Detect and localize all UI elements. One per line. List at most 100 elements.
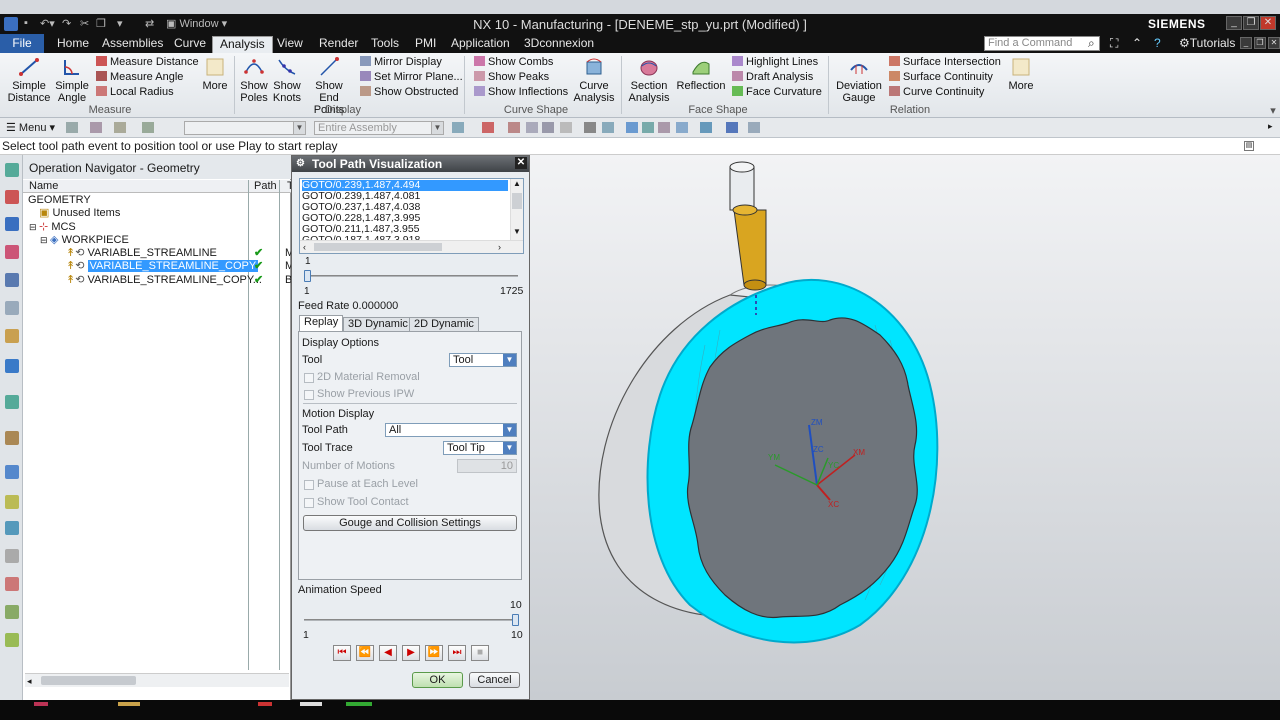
- dialog-settings-icon[interactable]: ⚙: [296, 156, 305, 172]
- tool-display-select[interactable]: Tool ▼: [449, 353, 517, 367]
- toolbar-options-icon[interactable]: ▸: [1268, 121, 1273, 132]
- show-tool-contact-checkbox[interactable]: [304, 498, 314, 508]
- shaded-icon[interactable]: [584, 122, 596, 133]
- tree-row-mcs[interactable]: ⊟ ⊹ MCS: [23, 221, 291, 234]
- step-forward-icon[interactable]: ⏩: [425, 645, 443, 661]
- tab-analysis[interactable]: Analysis: [212, 36, 273, 53]
- box-select-icon[interactable]: [560, 122, 572, 133]
- tab-assemblies[interactable]: Assemblies: [100, 36, 165, 53]
- dialog-title-bar[interactable]: ⚙ Tool Path Visualization ✕: [292, 156, 529, 172]
- column-name[interactable]: Name: [29, 180, 58, 192]
- type-filter-select[interactable]: ▼: [184, 121, 306, 135]
- gouge-collision-settings-button[interactable]: Gouge and Collision Settings: [303, 515, 517, 531]
- show-obstructed-button[interactable]: Show Obstructed: [360, 85, 458, 99]
- full-screen-icon[interactable]: ⛶: [1108, 36, 1120, 53]
- tab-replay[interactable]: Replay: [299, 315, 344, 331]
- taskbar-app-icon[interactable]: [34, 702, 48, 706]
- tab-pmi[interactable]: PMI: [413, 36, 438, 53]
- reuse-library-icon[interactable]: [5, 495, 19, 509]
- surface-continuity-button[interactable]: Surface Continuity: [889, 70, 993, 84]
- show-combs-button[interactable]: Show Combs: [474, 55, 553, 69]
- tool-trace-select[interactable]: Tool Tip ▼: [443, 441, 517, 455]
- orient-view-icon[interactable]: [676, 122, 688, 133]
- tree-row-operation-selected[interactable]: ↟⟲ VARIABLE_STREAMLINE_COPY ✔ M: [23, 260, 294, 273]
- feature-navigator-icon[interactable]: [5, 329, 19, 343]
- simple-distance-button[interactable]: Simple Distance: [6, 56, 52, 104]
- measure-more-button[interactable]: More: [200, 56, 230, 92]
- local-radius-button[interactable]: Local Radius: [96, 85, 174, 99]
- cancel-button[interactable]: Cancel: [469, 672, 520, 688]
- point-filter-icon[interactable]: [482, 122, 494, 133]
- draft-analysis-button[interactable]: Draft Analysis: [732, 70, 813, 84]
- close-icon[interactable]: ✕: [1260, 16, 1276, 30]
- tab-3d-dynamic[interactable]: 3D Dynamic: [343, 317, 413, 331]
- tool-path-select[interactable]: All ▼: [385, 423, 517, 437]
- step-back-icon[interactable]: ⏪: [356, 645, 374, 661]
- curve-rule-icon[interactable]: [526, 122, 538, 133]
- motion-slider-track[interactable]: [306, 275, 518, 277]
- mirror-display-button[interactable]: Mirror Display: [360, 55, 442, 69]
- filter-icon[interactable]: [90, 122, 102, 133]
- snap-icon[interactable]: [142, 122, 154, 133]
- deviation-gauge-button[interactable]: Deviation Gauge: [834, 56, 884, 104]
- collapse-icon[interactable]: ⊟: [29, 222, 39, 232]
- scroll-left-icon[interactable]: ‹: [303, 242, 306, 252]
- scrollbar-thumb[interactable]: [314, 243, 442, 251]
- assembly-navigator-icon[interactable]: [5, 359, 19, 373]
- doc-restore-icon[interactable]: ❐: [1254, 37, 1266, 49]
- dialog-close-icon[interactable]: ✕: [515, 157, 527, 169]
- part-navigator-icon[interactable]: [5, 431, 19, 445]
- listbox-horizontal-scrollbar[interactable]: ‹ ›: [300, 240, 523, 253]
- tab-curve[interactable]: Curve: [172, 36, 208, 53]
- listbox-vertical-scrollbar[interactable]: ▲ ▼: [510, 179, 523, 241]
- tab-render[interactable]: Render: [317, 36, 360, 53]
- program-order-view-icon[interactable]: [5, 190, 19, 204]
- system-scenes-icon[interactable]: [5, 633, 19, 647]
- relation-more-button[interactable]: More: [1006, 56, 1036, 92]
- taskbar-app-icon[interactable]: [258, 702, 272, 706]
- hd3d-tools-icon[interactable]: [5, 521, 19, 535]
- back-to-start-icon[interactable]: ⏮: [333, 645, 351, 661]
- show-peaks-button[interactable]: Show Peaks: [474, 70, 549, 84]
- ribbon-options-icon[interactable]: ▾: [1268, 104, 1278, 117]
- taskbar-app-icon[interactable]: [118, 702, 140, 706]
- tree-row-unused-items[interactable]: ▣ Unused Items: [23, 207, 291, 220]
- tab-tools[interactable]: Tools: [369, 36, 401, 53]
- animation-speed-track[interactable]: [304, 619, 518, 621]
- constraint-navigator-icon[interactable]: [5, 395, 19, 409]
- play-forward-icon[interactable]: ▶: [402, 645, 420, 661]
- measure-angle-button[interactable]: Measure Angle: [96, 70, 183, 84]
- scrollbar-thumb[interactable]: [41, 676, 136, 685]
- pan-icon[interactable]: [658, 122, 670, 133]
- tab-3dconnexion[interactable]: 3Dconnexion: [522, 36, 596, 53]
- taskbar-app-icon[interactable]: [300, 702, 322, 706]
- restore-icon[interactable]: ❐: [1243, 16, 1259, 30]
- scroll-left-icon[interactable]: ◂: [27, 676, 32, 687]
- rotate-icon[interactable]: [642, 122, 654, 133]
- scroll-down-icon[interactable]: ▼: [513, 227, 521, 236]
- ok-button[interactable]: OK: [412, 672, 463, 688]
- simple-angle-button[interactable]: Simple Angle: [54, 56, 90, 104]
- play-reverse-icon[interactable]: ◀: [379, 645, 397, 661]
- motion-listbox[interactable]: GOTO/0.239,1.487,4.494 GOTO/0.239,1.487,…: [299, 178, 524, 254]
- display-options-header[interactable]: Display Options: [302, 337, 379, 349]
- tree-row-geometry[interactable]: GEOMETRY: [23, 194, 291, 207]
- scrollbar-thumb[interactable]: [512, 193, 522, 209]
- machine-tool-navigator-icon[interactable]: [5, 245, 19, 259]
- taskbar-app-icon[interactable]: [346, 702, 372, 706]
- reflection-button[interactable]: Reflection: [674, 56, 728, 92]
- tab-2d-dynamic[interactable]: 2D Dynamic: [409, 317, 479, 331]
- roles-icon[interactable]: [5, 605, 19, 619]
- tree-row-workpiece[interactable]: ⊟ ◈ WORKPIECE: [23, 234, 291, 247]
- render-style-icon[interactable]: [700, 122, 712, 133]
- search-icon[interactable]: ⌕: [1086, 36, 1097, 53]
- collapse-icon[interactable]: ⊟: [40, 235, 50, 245]
- pause-each-level-checkbox[interactable]: [304, 480, 314, 490]
- geometry-view-icon[interactable]: [5, 301, 19, 315]
- section-analysis-button[interactable]: Section Analysis: [627, 56, 671, 104]
- show-knots-button[interactable]: Show Knots: [271, 56, 303, 104]
- column-path[interactable]: Path: [254, 180, 277, 192]
- select-icon[interactable]: [66, 122, 78, 133]
- layer-icon[interactable]: [748, 122, 760, 133]
- doc-close-icon[interactable]: ✕: [1268, 37, 1280, 49]
